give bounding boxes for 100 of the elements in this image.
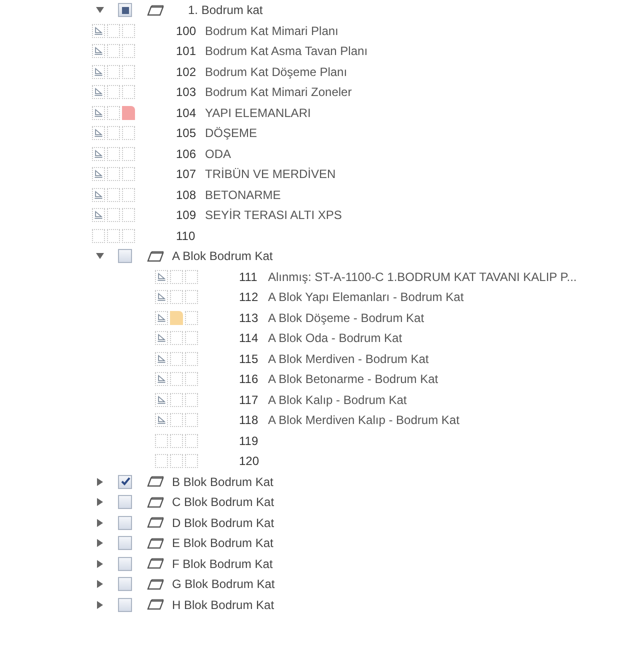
sheet-number: 111 bbox=[239, 268, 258, 286]
layer-name[interactable]: C Blok Bodrum Kat bbox=[172, 493, 274, 512]
sheet-number: 109 bbox=[176, 207, 198, 224]
sheet-name[interactable]: A Blok Yapı Elemanları - Bodrum Kat bbox=[268, 288, 464, 306]
collapsed-arrow-icon[interactable] bbox=[96, 580, 104, 588]
sheet-number: 116 bbox=[239, 371, 260, 388]
collapsed-arrow-icon[interactable] bbox=[96, 600, 104, 609]
sheet-name[interactable]: BETONARME bbox=[205, 186, 281, 204]
layer-name[interactable]: H Blok Bodrum Kat bbox=[172, 596, 274, 614]
sheet-name[interactable]: A Blok Kalıp - Bodrum Kat bbox=[268, 390, 407, 409]
empty-slot bbox=[170, 352, 183, 366]
sheet-number: 117 bbox=[239, 392, 260, 409]
sheet-name[interactable]: A Blok Betonarme - Bodrum Kat bbox=[268, 370, 438, 388]
collapsed-arrow-icon[interactable] bbox=[96, 560, 104, 568]
sheet-name[interactable]: Bodrum Kat Döşeme Planı bbox=[205, 62, 348, 81]
sheet-number: 104 bbox=[176, 104, 198, 122]
empty-slot bbox=[170, 331, 183, 346]
layer-icon bbox=[147, 599, 164, 610]
sheet-name[interactable]: Alınmış: ST-A-1100-C 1.BODRUM KAT TAVANI KALIP P... bbox=[268, 268, 577, 286]
empty-slot bbox=[122, 24, 135, 38]
empty-slot bbox=[107, 228, 120, 243]
empty-slot bbox=[122, 44, 135, 58]
sheet-name[interactable]: TRİBÜN VE MERDİVEN bbox=[205, 165, 336, 184]
checkbox[interactable] bbox=[118, 556, 132, 571]
checkbox[interactable] bbox=[118, 474, 132, 489]
checkbox[interactable] bbox=[118, 249, 132, 264]
sheet-number: 120 bbox=[239, 453, 260, 470]
checkbox[interactable] bbox=[118, 577, 132, 592]
collapsed-arrow-icon[interactable] bbox=[96, 498, 104, 506]
empty-slot bbox=[107, 64, 120, 79]
empty-slot bbox=[170, 413, 183, 428]
checkbox[interactable] bbox=[118, 598, 132, 612]
empty-slot bbox=[185, 352, 198, 366]
sheet-name[interactable]: A Blok Merdiven Kalıp - Bodrum Kat bbox=[268, 411, 460, 430]
empty-slot bbox=[170, 434, 183, 448]
layer-name[interactable]: G Blok Bodrum Kat bbox=[172, 575, 275, 594]
sheet-name[interactable]: ODA bbox=[205, 144, 232, 163]
empty-slot bbox=[185, 372, 198, 386]
sheet-number: 113 bbox=[239, 310, 260, 327]
sheet-name[interactable]: SEYİR TERASI ALTI XPS bbox=[205, 206, 342, 224]
checkbox[interactable] bbox=[118, 3, 132, 18]
layer-icon bbox=[147, 4, 164, 16]
layer-icon bbox=[147, 538, 164, 549]
empty-slot bbox=[122, 64, 135, 79]
sheet-number: 119 bbox=[239, 432, 260, 450]
layer-icon bbox=[147, 250, 164, 262]
empty-slot bbox=[122, 228, 135, 243]
collapsed-arrow-icon[interactable] bbox=[96, 518, 104, 527]
sheet-number: 102 bbox=[176, 64, 198, 81]
layer-name[interactable]: B Blok Bodrum Kat bbox=[172, 472, 274, 491]
sheet-number: 115 bbox=[239, 350, 260, 368]
empty-slot bbox=[107, 126, 120, 140]
sheet-number: 108 bbox=[176, 186, 198, 204]
empty-slot bbox=[170, 372, 183, 386]
sheet-name[interactable]: Bodrum Kat Mimari Planı bbox=[205, 22, 338, 40]
layer-name[interactable]: A Blok Bodrum Kat bbox=[172, 247, 273, 266]
layer-name[interactable]: D Blok Bodrum Kat bbox=[172, 514, 274, 532]
empty-slot bbox=[107, 146, 120, 161]
sheet-number: 114 bbox=[239, 330, 260, 348]
checkbox[interactable] bbox=[118, 516, 132, 530]
collapsed-arrow-icon[interactable] bbox=[96, 539, 104, 548]
empty-slot bbox=[170, 290, 183, 304]
empty-slot bbox=[185, 290, 198, 304]
sheet-name[interactable]: A Blok Döşeme - Bodrum Kat bbox=[268, 308, 424, 327]
empty-slot bbox=[107, 208, 120, 222]
empty-slot bbox=[170, 270, 183, 284]
empty-slot bbox=[170, 454, 183, 468]
sheet-name[interactable]: YAPI ELEMANLARI bbox=[205, 104, 311, 122]
sheet-number: 106 bbox=[176, 146, 198, 163]
empty-slot bbox=[185, 392, 198, 407]
layer-icon bbox=[147, 476, 164, 488]
empty-slot bbox=[170, 392, 183, 407]
checkbox[interactable] bbox=[118, 536, 132, 550]
sheet-name[interactable]: Bodrum Kat Mimari Zoneler bbox=[205, 83, 352, 102]
layer-name[interactable]: E Blok Bodrum Kat bbox=[172, 534, 274, 552]
sheet-name[interactable]: Bodrum Kat Asma Tavan Planı bbox=[205, 42, 368, 60]
sheet-name[interactable]: A Blok Merdiven - Bodrum Kat bbox=[268, 350, 429, 368]
sheet-name[interactable]: DÖŞEME bbox=[205, 124, 258, 142]
empty-slot bbox=[122, 85, 135, 100]
layer-name[interactable]: 1. Bodrum kat bbox=[188, 1, 263, 20]
expanded-arrow-icon[interactable] bbox=[96, 6, 104, 14]
layer-icon bbox=[147, 578, 164, 590]
sheet-number: 107 bbox=[176, 166, 198, 184]
sheet-number: 101 bbox=[176, 43, 198, 60]
empty-slot bbox=[107, 24, 120, 38]
layer-icon bbox=[147, 558, 164, 570]
sheet-name[interactable]: A Blok Oda - Bodrum Kat bbox=[268, 329, 402, 348]
sheet-number: 103 bbox=[176, 84, 198, 102]
expanded-arrow-icon[interactable] bbox=[96, 252, 104, 260]
empty-slot bbox=[122, 188, 135, 202]
empty-slot bbox=[107, 85, 120, 100]
empty-slot bbox=[185, 310, 198, 325]
checkbox[interactable] bbox=[118, 495, 132, 510]
empty-slot bbox=[107, 106, 120, 120]
empty-slot bbox=[107, 44, 120, 58]
empty-slot bbox=[185, 331, 198, 346]
empty-slot bbox=[185, 434, 198, 448]
collapsed-arrow-icon[interactable] bbox=[96, 478, 104, 486]
layer-name[interactable]: F Blok Bodrum Kat bbox=[172, 554, 273, 573]
empty-slot bbox=[185, 454, 198, 468]
